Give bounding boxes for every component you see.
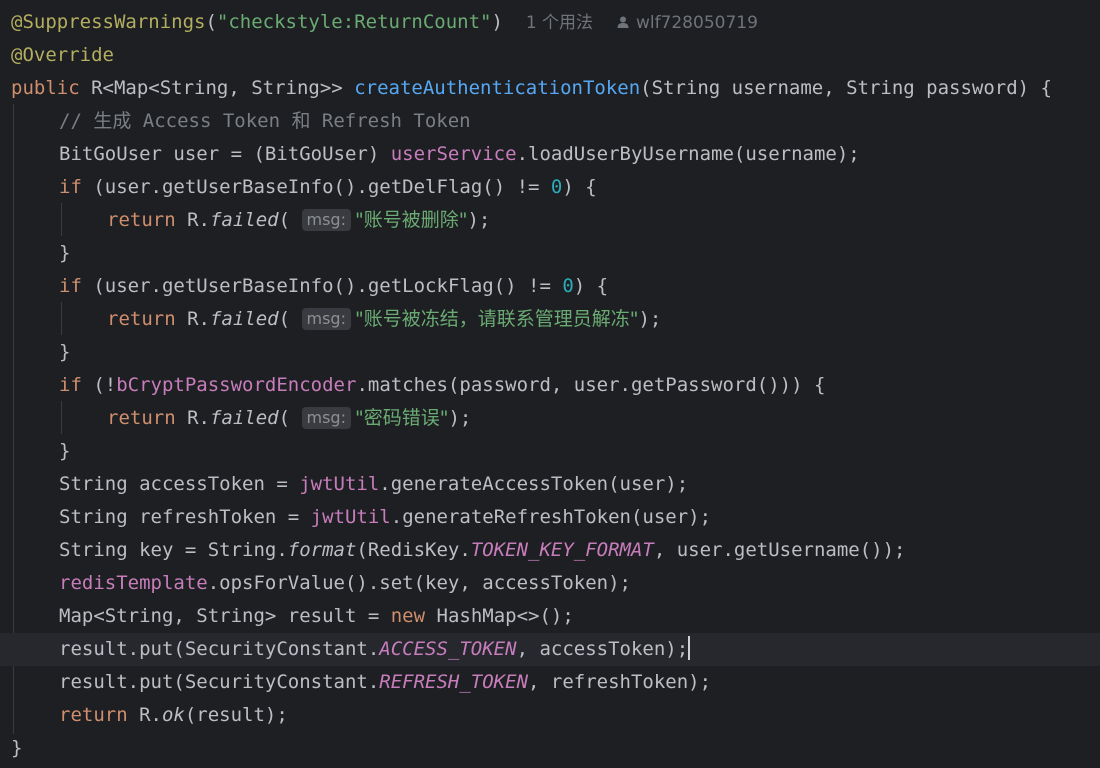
code-line[interactable]: String refreshToken = jwtUtil.generateRe… [59,501,1100,534]
code-line[interactable]: BitGoUser user = (BitGoUser) userService… [59,138,1100,171]
code-line[interactable]: String accessToken = jwtUtil.generateAcc… [59,468,1100,501]
indent-guide [61,302,62,335]
annotation-override: @Override [11,44,114,66]
annotation-suppress-warnings: @SuppressWarnings [11,11,206,33]
code-line[interactable]: return R.failed( msg: "密码错误"); [107,402,1100,435]
method-name[interactable]: createAuthenticationToken [354,77,640,99]
code-line[interactable]: } [59,336,1100,369]
parameter-hint: msg: [301,407,351,429]
code-line[interactable]: return R.ok(result); [59,699,1100,732]
code-editor[interactable]: @SuppressWarnings("checkstyle:ReturnCoun… [0,0,1100,768]
code-line[interactable]: if (!bCryptPasswordEncoder.matches(passw… [59,369,1100,402]
code-line[interactable]: public R<Map<String, String>> createAuth… [11,72,1100,105]
code-line[interactable]: redisTemplate.opsForValue().set(key, acc… [59,567,1100,600]
code-line[interactable]: } [59,237,1100,270]
indent-guide [61,203,62,236]
code-line[interactable]: } [11,732,1100,765]
indent-guide [61,401,62,434]
code-line[interactable]: @SuppressWarnings("checkstyle:ReturnCoun… [11,6,1100,39]
code-line[interactable]: return R.failed( msg: "账号被删除"); [107,204,1100,237]
annotation-argument: "checkstyle:ReturnCount" [216,11,492,33]
author-hint[interactable]: wlf728050719 [636,13,758,33]
code-line[interactable]: String key = String.format(RedisKey.TOKE… [59,534,1100,567]
code-line[interactable]: if (user.getUserBaseInfo().getDelFlag() … [59,171,1100,204]
code-line[interactable]: if (user.getUserBaseInfo().getLockFlag()… [59,270,1100,303]
code-line[interactable]: Map<String, String> result = new HashMap… [59,600,1100,633]
usage-hint[interactable]: 1 个用法 [526,13,593,33]
text-cursor [688,636,691,660]
code-line[interactable]: // 生成 Access Token 和 Refresh Token [59,105,1100,138]
code-line[interactable]: return R.failed( msg: "账号被冻结，请联系管理员解冻"); [107,303,1100,336]
parameter-hint: msg: [301,209,351,231]
current-code-line[interactable]: result.put(SecurityConstant.ACCESS_TOKEN… [0,633,1100,666]
error-message-frozen: "账号被冻结，请联系管理员解冻" [354,308,639,330]
code-line[interactable]: } [59,435,1100,468]
code-line[interactable]: result.put(SecurityConstant.REFRESH_TOKE… [59,666,1100,699]
parameter-hint: msg: [301,308,351,330]
author-icon [617,16,629,28]
code-line[interactable]: @Override [11,39,1100,72]
code-comment: // 生成 Access Token 和 Refresh Token [59,110,471,132]
error-message-password: "密码错误" [354,407,449,429]
error-message-deleted: "账号被删除" [354,209,468,231]
